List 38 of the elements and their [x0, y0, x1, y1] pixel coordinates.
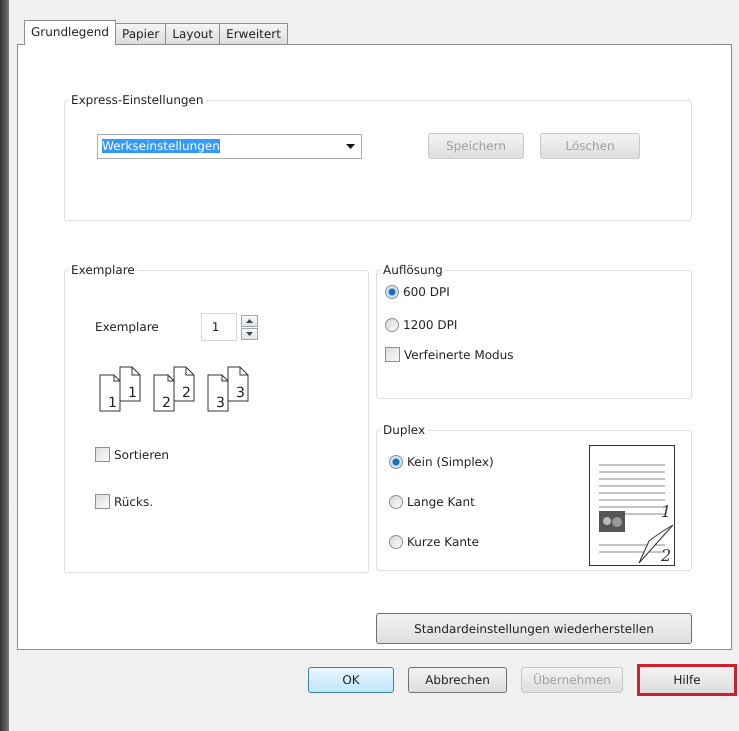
copies-field[interactable]: 1	[200, 313, 237, 341]
tab[interactable]: Erweitert	[219, 23, 288, 45]
radio-button[interactable]	[389, 455, 403, 469]
tab[interactable]: Papier	[115, 23, 166, 45]
decrement-button[interactable]	[240, 328, 258, 340]
increment-button[interactable]	[240, 314, 258, 326]
option-label: Rücks.	[114, 494, 154, 508]
restore-defaults-button[interactable]: Standardeinstellungen wiederherstellen	[376, 613, 692, 644]
radio-button[interactable]	[389, 495, 403, 509]
checkbox[interactable]	[95, 494, 110, 509]
checkbox[interactable]	[385, 347, 400, 362]
tab[interactable]: Grundlegend	[24, 20, 116, 45]
group-title: Duplex	[382, 423, 426, 437]
down-arrow-icon	[246, 332, 253, 336]
tab[interactable]: Layout	[165, 23, 220, 45]
option-label: Sortieren	[114, 448, 169, 462]
radio-button[interactable]	[389, 535, 403, 549]
group-title: Exemplare	[70, 263, 136, 277]
option-label: Kurze Kante	[407, 535, 480, 549]
caret-icon	[346, 144, 355, 148]
up-arrow-icon	[246, 318, 253, 322]
checkbox-option[interactable]: Rücks.	[95, 494, 368, 509]
option-label: 1200 DPI	[403, 318, 458, 332]
checkbox[interactable]	[95, 447, 110, 462]
option-label: Lange Kant	[407, 495, 475, 509]
dialog-button[interactable]: Abbrechen	[408, 667, 507, 693]
checkbox-option[interactable]: Sortieren	[95, 447, 368, 462]
copies-label: Exemplare	[95, 320, 159, 334]
option-label: Kein (Simplex)	[407, 455, 494, 469]
radio-button[interactable]	[385, 318, 399, 332]
option-label: 600 DPI	[403, 285, 450, 299]
option-label: Verfeinerte Modus	[404, 348, 514, 362]
group-title: Express-Einstellungen	[70, 93, 205, 107]
dialog-button[interactable]: OK	[308, 667, 394, 693]
group-title: Auflösung	[382, 263, 444, 277]
radio-button[interactable]	[385, 285, 399, 299]
dialog-button[interactable]: Hilfe	[637, 664, 737, 696]
duplex-preview-drawing: 1 2	[589, 445, 675, 566]
